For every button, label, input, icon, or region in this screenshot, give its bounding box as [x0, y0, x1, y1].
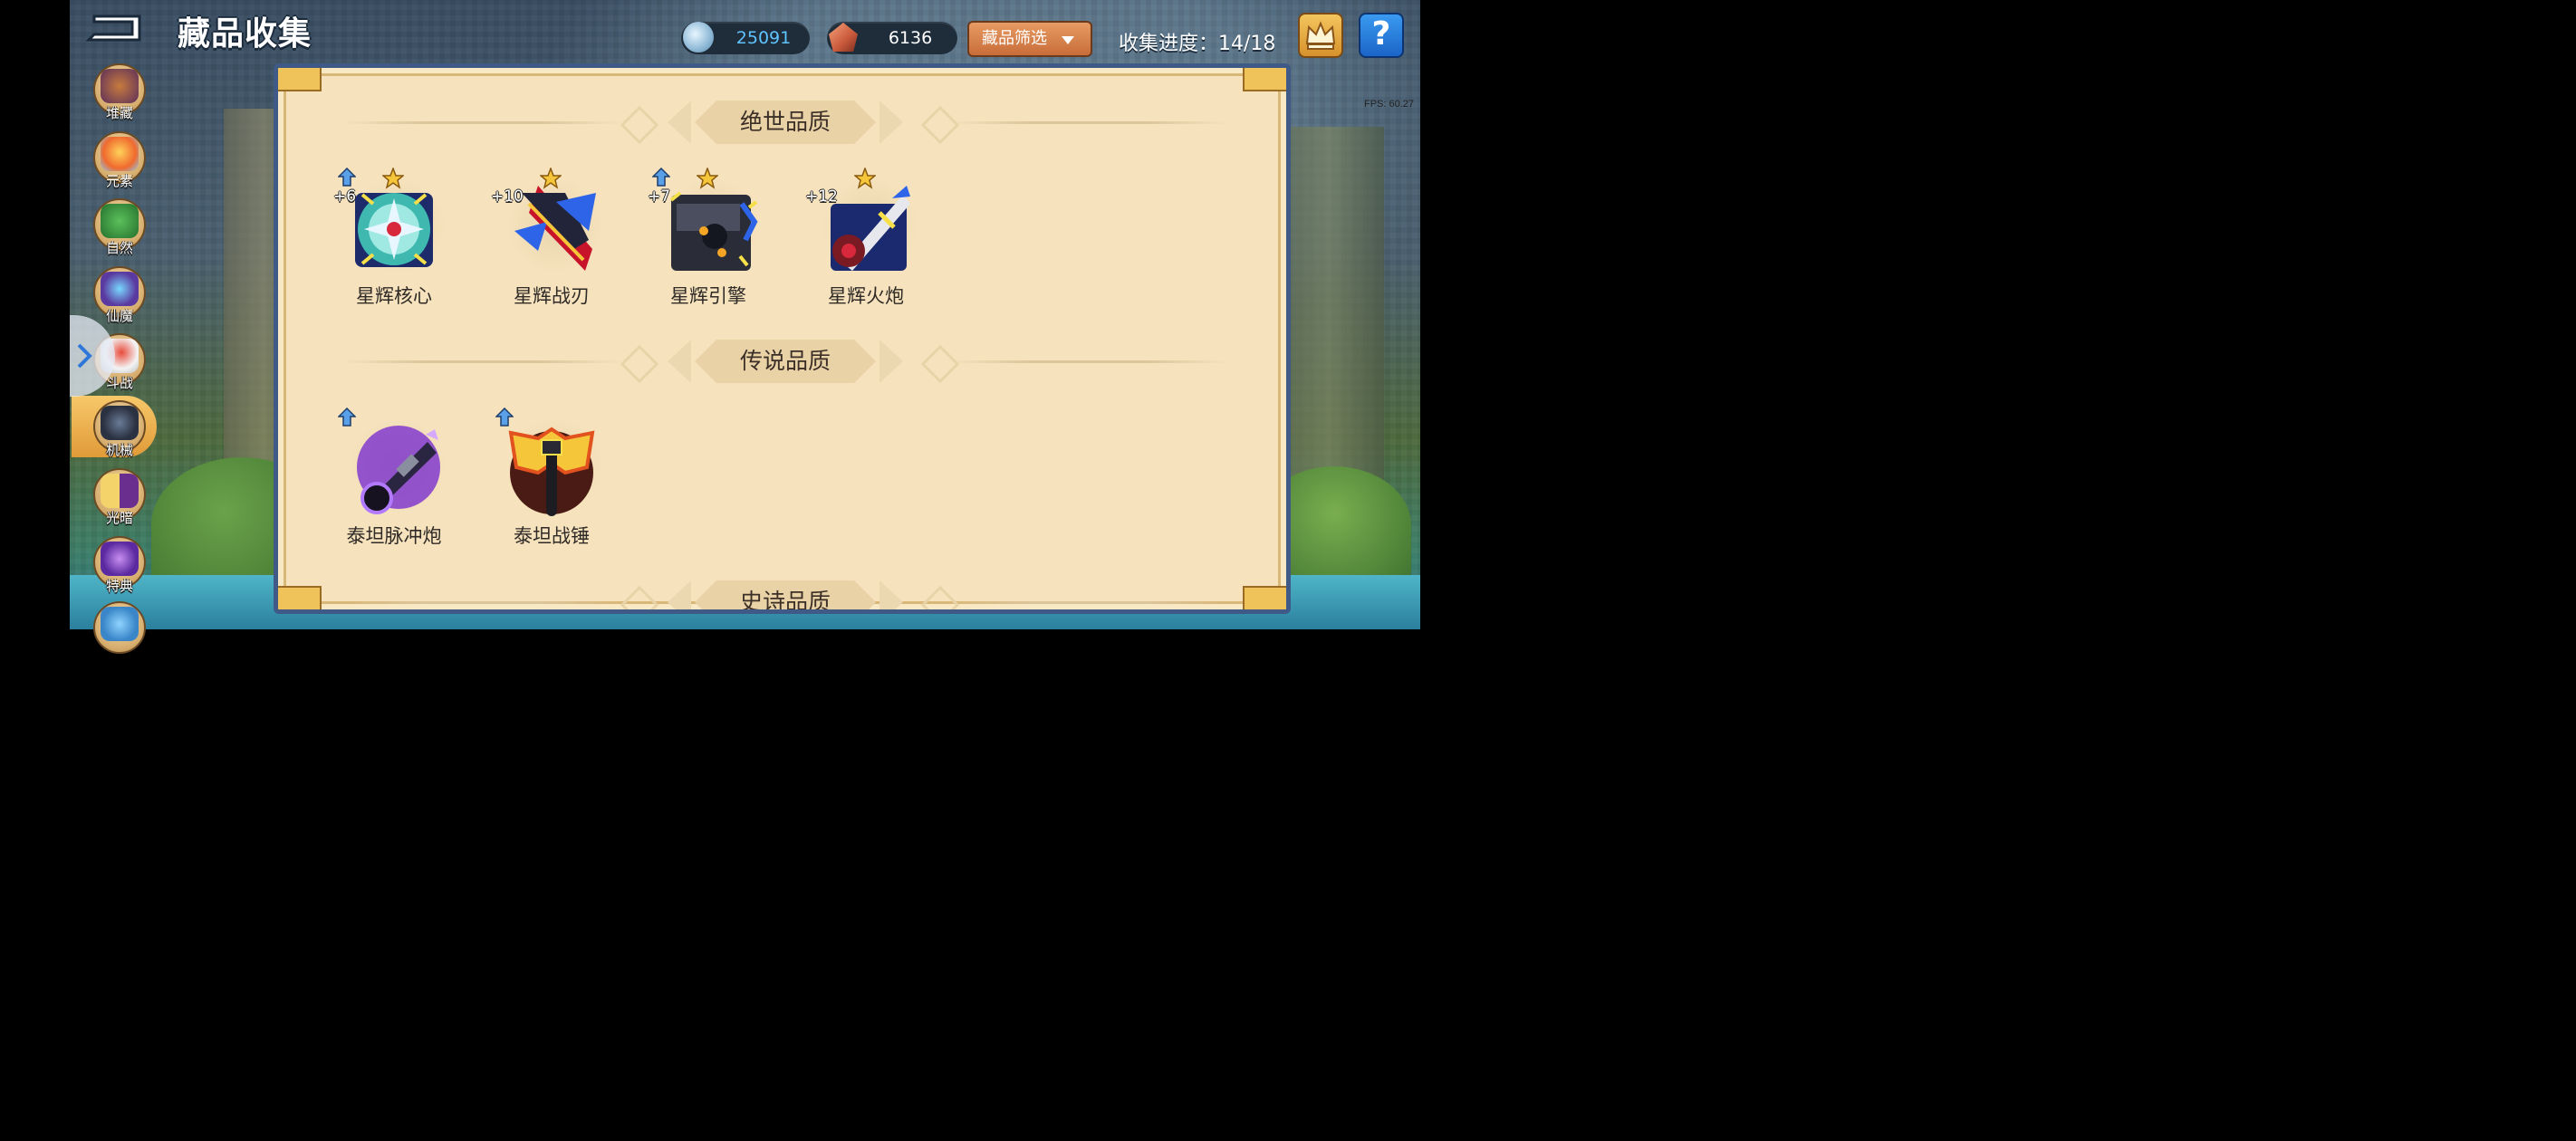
mech-icon [101, 406, 139, 440]
sidebar-item-label: 自然 [105, 240, 133, 256]
gem-icon [683, 22, 714, 53]
collectible-name: 星辉战刃 [514, 285, 590, 307]
crown-icon [1305, 21, 1336, 50]
page-title: 藏品收集 [178, 15, 312, 53]
collectible-star-blade[interactable]: +10 星辉战刃 [484, 156, 625, 312]
ore-currency: 6136 [827, 22, 957, 54]
more-category-icon [101, 607, 139, 641]
upgrade-arrow-icon [652, 168, 670, 187]
treasure-bag-icon [101, 69, 139, 103]
titan-hammer-icon [508, 427, 595, 516]
collectible-name: 星辉引擎 [670, 285, 746, 307]
filter-label: 藏品筛选 [982, 29, 1047, 48]
sidebar-item-label: 堆藏 [105, 105, 133, 121]
enhance-level: +6 [333, 187, 357, 206]
sidebar-item-label: 元素 [105, 173, 133, 189]
star-icon [697, 168, 718, 189]
sidebar-item-label: 机械 [105, 442, 133, 458]
help-button[interactable]: ? [1359, 13, 1404, 58]
question-mark-icon: ? [1371, 15, 1391, 53]
special-icon [101, 542, 139, 576]
collectible-star-core[interactable]: +6 星辉核心 [326, 156, 467, 312]
sidebar-item-label: 特典 [105, 578, 133, 594]
collectible-titan-pulse-cannon[interactable]: 泰坦脉冲炮 [326, 396, 467, 552]
section-title: 史诗品质 [739, 589, 831, 614]
upgrade-arrow-icon [338, 168, 356, 187]
collectible-star-engine[interactable]: +7 星辉引擎 [640, 156, 782, 312]
gem-amount: 25091 [735, 28, 792, 48]
collectible-titan-hammer[interactable]: 泰坦战锤 [484, 396, 625, 552]
collectible-star-cannon[interactable]: +12 星辉火炮 [798, 156, 939, 312]
sidebar-item-special[interactable]: 特典 [93, 536, 146, 594]
enhance-level: +12 [805, 187, 838, 206]
chevron-right-icon [77, 343, 92, 369]
enhance-level: +7 [648, 187, 671, 206]
element-icon [101, 137, 139, 171]
collectible-name: 泰坦战锤 [514, 525, 590, 547]
sidebar-item-element[interactable]: 元素 [93, 131, 146, 189]
section-header-peerless: 绝世品质 [278, 95, 1286, 149]
ore-amount: 6136 [888, 28, 933, 48]
gem-currency: 25091 [681, 22, 810, 54]
sidebar-item-nature[interactable]: 自然 [93, 198, 146, 256]
back-arrow-icon [85, 14, 141, 42]
collection-filter-dropdown[interactable]: 藏品筛选 [967, 21, 1092, 57]
sidebar-item-fairy-demon[interactable]: 仙魔 [93, 266, 146, 324]
titan-pulse-cannon-icon [357, 426, 440, 514]
upgrade-arrow-icon [495, 408, 514, 427]
collectible-name: 星辉火炮 [828, 285, 904, 307]
section-header-epic: 史诗品质 [278, 575, 1286, 614]
crown-button[interactable] [1298, 13, 1343, 58]
fps-counter: FPS: 60.27 [1364, 99, 1415, 110]
section-header-legend: 传说品质 [278, 334, 1286, 388]
sidebar-item-light-dark[interactable]: 光暗 [93, 468, 146, 526]
back-button[interactable] [83, 11, 147, 45]
sidebar-item-more[interactable] [93, 601, 146, 654]
enhance-level: +10 [491, 187, 524, 206]
upgrade-arrow-icon [338, 408, 356, 427]
sidebar-item-label: 光暗 [105, 510, 133, 526]
collectible-name: 星辉核心 [356, 285, 432, 307]
collectible-name: 泰坦脉冲炮 [346, 525, 442, 547]
section-title: 传说品质 [739, 348, 831, 374]
cliff-right [1275, 127, 1384, 507]
section-title: 绝世品质 [739, 109, 831, 135]
star-icon [854, 168, 876, 189]
star-icon [540, 168, 562, 189]
collection-progress: 收集进度：14/18 [1119, 33, 1276, 55]
star-core-icon [355, 193, 433, 267]
panel-corner [1243, 68, 1286, 91]
panel-corner [278, 68, 322, 91]
collection-panel: 绝世品质 +6 星辉核心 +10 星辉战刃 +7 星辉引擎 +12 星辉火炮 传… [274, 63, 1291, 614]
fairy-demon-icon [101, 272, 139, 306]
chevron-down-icon [1062, 36, 1074, 44]
star-engine-icon [669, 191, 758, 271]
ore-icon [829, 23, 858, 52]
sidebar-item-treasure[interactable]: 堆藏 [93, 63, 146, 121]
light-dark-icon [101, 474, 139, 508]
star-icon [382, 168, 404, 189]
nature-icon [101, 204, 139, 238]
sidebar-item-mech[interactable]: 机械 [93, 400, 146, 458]
